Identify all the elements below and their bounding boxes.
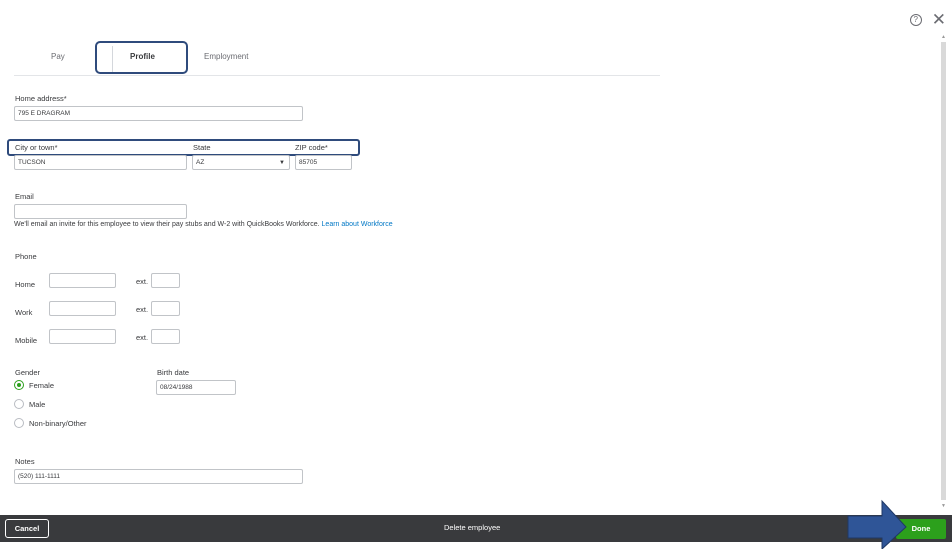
question-circle-icon[interactable]: ? <box>909 14 922 26</box>
gender-male-label: Male <box>29 400 46 409</box>
home-address-input[interactable]: 795 E DRAGRAM <box>14 106 303 121</box>
gender-female-label: Female <box>29 381 55 390</box>
phone-mobile-label: Mobile <box>15 336 38 345</box>
phone-home-input[interactable] <box>49 273 116 288</box>
gender-nonbinary-radio[interactable] <box>14 418 24 428</box>
phone-mobile-ext-label: ext. <box>136 333 149 342</box>
scroll-up-icon[interactable]: ▲ <box>941 34 946 40</box>
cancel-button[interactable]: Cancel <box>5 519 49 538</box>
email-hint-text: We'll email an invite for this employee … <box>14 221 320 228</box>
window-controls: ? ✕ <box>909 11 946 28</box>
scroll-thumb[interactable] <box>941 42 946 500</box>
birth-date-label: Birth date <box>157 368 190 377</box>
tab-pay[interactable]: Pay <box>51 52 65 61</box>
state-label: State <box>193 143 211 152</box>
phone-work-label: Work <box>15 308 33 317</box>
gender-female-radio[interactable] <box>14 380 24 390</box>
phone-work-ext-input[interactable] <box>151 301 180 316</box>
email-label: Email <box>15 192 34 201</box>
birth-date-input[interactable]: 08/24/1988 <box>156 380 236 395</box>
notes-input[interactable]: (520) 111-1111 <box>14 469 303 484</box>
phone-mobile-ext-input[interactable] <box>151 329 180 344</box>
phone-home-label: Home <box>15 280 36 289</box>
gender-male-radio[interactable] <box>14 399 24 409</box>
zip-input[interactable]: 85705 <box>295 155 352 170</box>
state-select[interactable]: AZ ▼ <box>192 155 290 170</box>
state-value: AZ <box>196 159 205 166</box>
annotation-arrow-icon <box>847 499 907 549</box>
email-input[interactable] <box>14 204 187 219</box>
notes-label: Notes <box>15 457 35 466</box>
close-icon[interactable]: ✕ <box>932 11 946 28</box>
phone-home-ext-input[interactable] <box>151 273 180 288</box>
learn-workforce-link[interactable]: Learn about Workforce <box>322 221 393 228</box>
gender-label: Gender <box>15 368 41 377</box>
chevron-down-icon: ▼ <box>279 160 285 166</box>
gender-nonbinary-label: Non-binary/Other <box>29 419 87 428</box>
scroll-down-icon[interactable]: ▼ <box>941 503 946 509</box>
footer-bar: Cancel Delete employee Done <box>0 515 952 542</box>
tab-employment[interactable]: Employment <box>204 52 248 61</box>
city-label: City or town* <box>15 143 58 152</box>
phone-mobile-input[interactable] <box>49 329 116 344</box>
delete-employee-link[interactable]: Delete employee <box>444 523 500 532</box>
home-address-label: Home address* <box>15 94 67 103</box>
phone-work-ext-label: ext. <box>136 305 149 314</box>
city-input[interactable]: TUCSON <box>14 155 187 170</box>
profile-tab-highlight <box>95 41 188 74</box>
phone-home-ext-label: ext. <box>136 277 149 286</box>
zip-label: ZIP code* <box>295 143 328 152</box>
vertical-scrollbar[interactable]: ▲ ▼ <box>941 34 946 509</box>
email-hint: We'll email an invite for this employee … <box>14 221 393 228</box>
phone-work-input[interactable] <box>49 301 116 316</box>
phone-label: Phone <box>15 252 37 261</box>
